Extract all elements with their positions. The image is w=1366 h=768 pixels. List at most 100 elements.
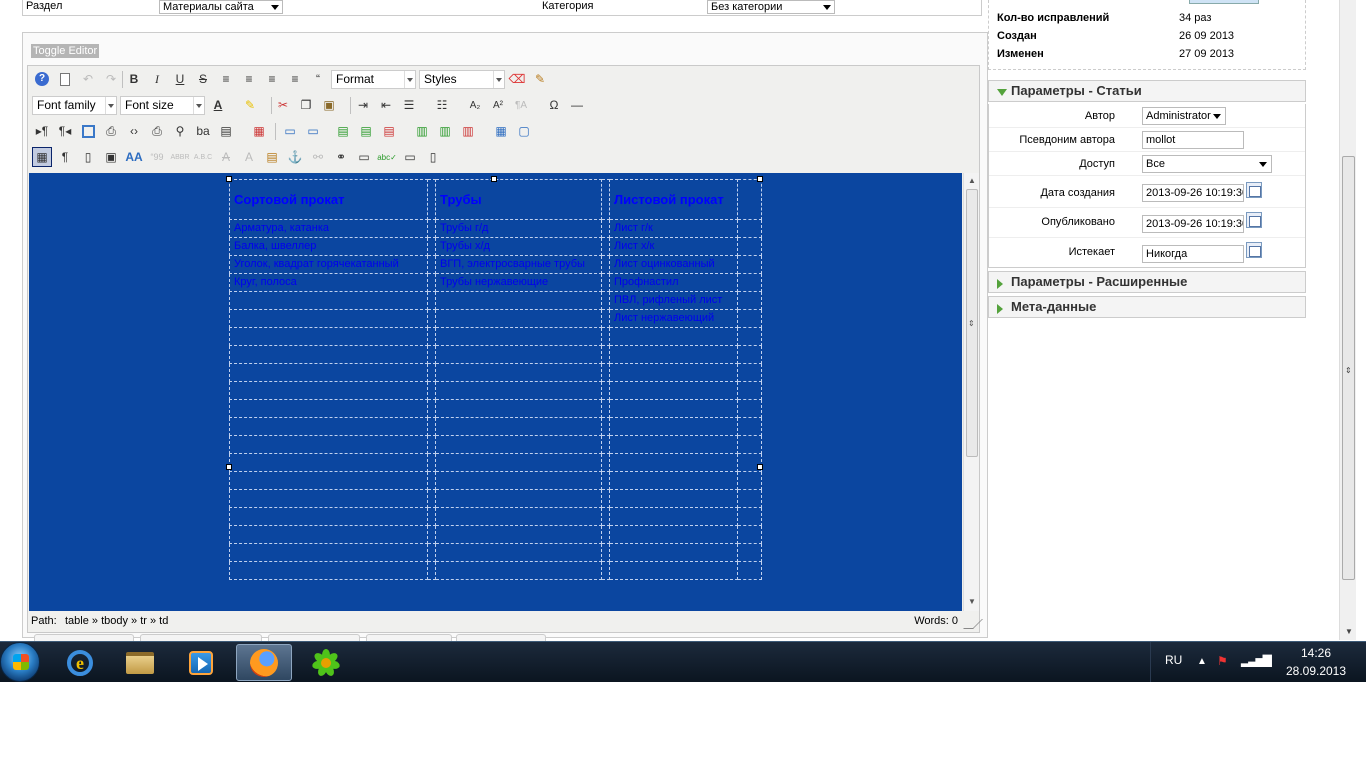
created-date-input[interactable]: 2013-09-26 10:19:30 xyxy=(1142,184,1244,202)
table-cell[interactable] xyxy=(737,291,762,310)
editor-scrollbar[interactable]: ▲ ⇕ ▼ xyxy=(963,173,979,611)
table-cell[interactable] xyxy=(609,543,738,562)
horizontal-rule-button[interactable]: — xyxy=(567,95,587,115)
table-cell[interactable] xyxy=(435,453,602,472)
table-cell[interactable] xyxy=(435,417,602,436)
taskbar-firefox[interactable] xyxy=(236,644,292,681)
table-cell[interactable] xyxy=(229,291,428,310)
table-cell[interactable] xyxy=(427,219,436,238)
align-left-button[interactable]: ≡ xyxy=(262,69,282,89)
table-cell[interactable] xyxy=(435,471,602,490)
table-cell[interactable] xyxy=(737,237,762,256)
table-cell[interactable] xyxy=(427,453,436,472)
table-cell[interactable] xyxy=(229,309,428,328)
outdent-button[interactable]: ⇤ xyxy=(376,95,396,115)
content-table[interactable]: Сортовой прокат Трубы Листовой прокат Армат… xyxy=(229,179,762,580)
insert-col-after-button[interactable]: ▥ xyxy=(435,121,455,141)
calendar-icon[interactable] xyxy=(1246,242,1262,258)
row-props-button[interactable]: ▭ xyxy=(280,121,300,141)
table-cell[interactable]: Лист х/к xyxy=(609,237,738,256)
table-cell[interactable] xyxy=(601,219,610,238)
table-cell[interactable] xyxy=(609,525,738,544)
table-cell[interactable] xyxy=(737,489,762,508)
delete-table-button[interactable]: ▦ xyxy=(249,121,269,141)
table-cell[interactable]: Трубы г/д xyxy=(435,219,602,238)
table-cell[interactable] xyxy=(601,399,610,418)
special-character-button[interactable]: Ω xyxy=(544,95,564,115)
scroll-down-icon[interactable]: ▼ xyxy=(968,597,976,606)
table-cell[interactable] xyxy=(609,363,738,382)
align-right-button[interactable]: ≡ xyxy=(285,69,305,89)
table-cell[interactable] xyxy=(609,399,738,418)
table-cell[interactable]: Трубы xyxy=(435,179,602,220)
version-button[interactable] xyxy=(1189,0,1259,4)
table-cell[interactable] xyxy=(229,381,428,400)
justify-full-button[interactable]: ≡ xyxy=(216,69,236,89)
italic-button[interactable]: I xyxy=(147,69,167,89)
del-button[interactable]: A xyxy=(216,147,236,167)
table-cell[interactable] xyxy=(737,219,762,238)
bullet-list-button[interactable]: ☷ xyxy=(432,95,452,115)
toggle-editor-link[interactable]: Toggle Editor xyxy=(31,44,100,58)
unlink-button[interactable]: ⚯ xyxy=(308,147,328,167)
table-cell[interactable] xyxy=(737,471,762,490)
table-cell[interactable] xyxy=(427,399,436,418)
params-article-header[interactable]: Параметры - Статьи xyxy=(988,80,1306,102)
resize-handle[interactable] xyxy=(757,176,763,182)
table-cell[interactable] xyxy=(427,363,436,382)
table-cell[interactable]: ПВЛ, рифленый лист xyxy=(609,291,738,310)
table-cell[interactable] xyxy=(609,435,738,454)
table-cell[interactable] xyxy=(435,543,602,562)
styleprops-button[interactable]: AA xyxy=(124,147,144,167)
metadata-header[interactable]: Мета-данные xyxy=(988,296,1306,318)
taskbar-media-player[interactable] xyxy=(173,644,229,681)
table-cell[interactable] xyxy=(737,309,762,328)
subscript-button[interactable]: A₂ xyxy=(465,95,485,115)
editor-content-area[interactable]: Сортовой прокат Трубы Листовой прокат Армат… xyxy=(29,173,962,611)
author-alias-input[interactable]: mollot xyxy=(1142,131,1244,149)
table-cell[interactable] xyxy=(427,381,436,400)
paste-button[interactable]: ▣ xyxy=(319,95,339,115)
copy-button[interactable]: ❐ xyxy=(296,95,316,115)
format-select[interactable]: Format xyxy=(331,70,416,89)
insert-col-before-button[interactable]: ▥ xyxy=(412,121,432,141)
ltr-button[interactable]: ▸¶ xyxy=(32,121,52,141)
table-cell[interactable] xyxy=(737,381,762,400)
table-cell[interactable]: Арматура, катанка xyxy=(229,219,428,238)
section-select[interactable]: Материалы сайта xyxy=(159,0,283,14)
table-cell[interactable] xyxy=(229,543,428,562)
table-cell[interactable] xyxy=(435,363,602,382)
numbered-list-button[interactable]: ☰ xyxy=(399,95,419,115)
taskbar-internet-explorer[interactable]: e xyxy=(52,644,108,681)
table-cell[interactable] xyxy=(427,309,436,328)
blockquote-button[interactable]: “ xyxy=(308,69,328,89)
table-cell[interactable] xyxy=(435,291,602,310)
table-cell[interactable] xyxy=(601,435,610,454)
table-cell[interactable]: Лист оцинкованный xyxy=(609,255,738,274)
pagebreak-button[interactable]: ▭ xyxy=(400,147,420,167)
spellchecker-button[interactable]: abc✓ xyxy=(377,147,397,167)
table-cell[interactable] xyxy=(601,345,610,364)
show-blocks-button[interactable]: ¶ xyxy=(55,147,75,167)
attribs-button[interactable]: ▤ xyxy=(262,147,282,167)
scroll-up-icon[interactable]: ▲ xyxy=(968,176,976,185)
styles-select[interactable]: Styles xyxy=(419,70,505,89)
access-select[interactable]: Все xyxy=(1142,155,1272,173)
table-cell[interactable] xyxy=(427,327,436,346)
table-cell[interactable] xyxy=(609,489,738,508)
clock-date[interactable]: 28.09.2013 xyxy=(1271,664,1361,678)
table-cell[interactable] xyxy=(435,525,602,544)
table-cell[interactable] xyxy=(229,471,428,490)
table-cell[interactable] xyxy=(601,471,610,490)
text-color-button[interactable]: A xyxy=(208,95,228,115)
table-cell[interactable] xyxy=(229,417,428,436)
table-cell[interactable] xyxy=(427,525,436,544)
table-props-button[interactable]: ▢ xyxy=(514,121,534,141)
undo-button[interactable]: ↶ xyxy=(78,69,98,89)
table-cell[interactable] xyxy=(435,309,602,328)
table-cell[interactable] xyxy=(737,399,762,418)
table-cell[interactable]: Профнастил xyxy=(609,273,738,292)
table-cell[interactable]: Листовой прокат xyxy=(609,179,738,220)
table-cell[interactable] xyxy=(601,309,610,328)
link-button[interactable]: ⚭ xyxy=(331,147,351,167)
